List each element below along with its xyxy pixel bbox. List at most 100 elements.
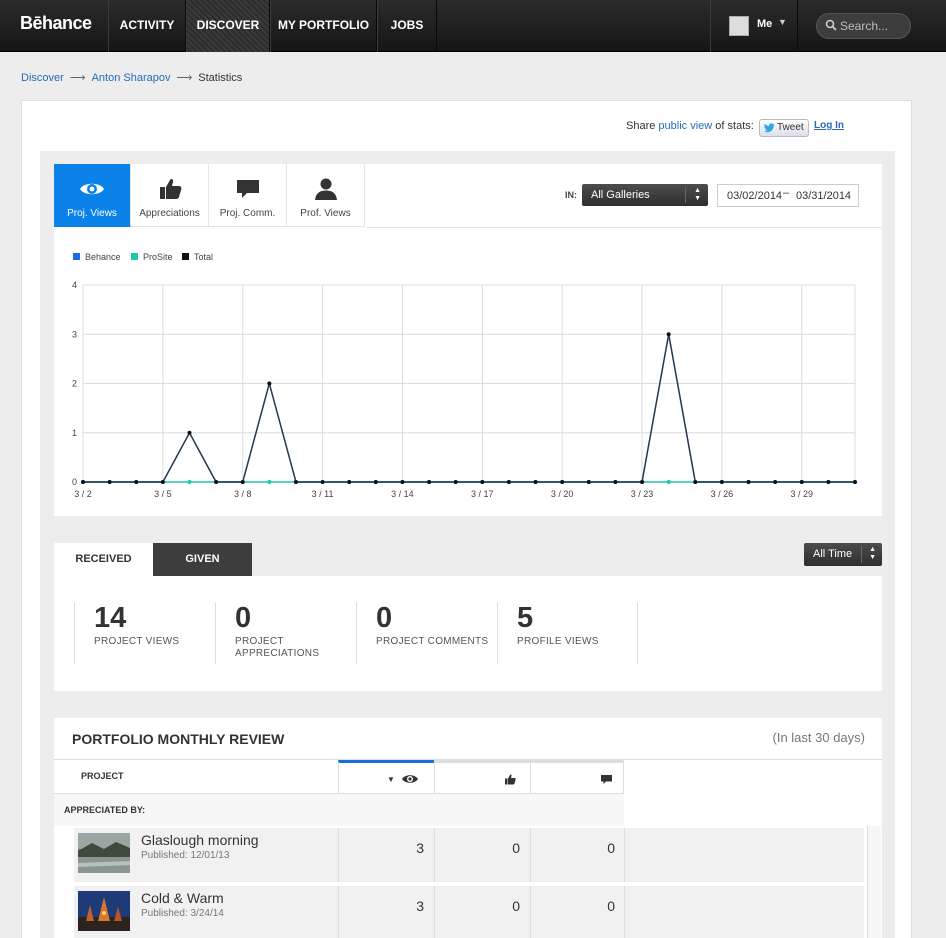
stat-label: PROJECT COMMENTS xyxy=(376,636,489,647)
scrollbar[interactable] xyxy=(867,826,881,938)
appreciated-by-bar: APPRECIATED BY: xyxy=(54,793,624,826)
review-title: PORTFOLIO MONTHLY REVIEW xyxy=(72,731,285,747)
project-published: Published: 3/24/14 xyxy=(141,908,224,919)
data-point-total xyxy=(586,480,591,484)
project-thumbnail[interactable] xyxy=(78,833,130,873)
stat-project-comments: 0 PROJECT COMMENTS xyxy=(356,602,497,664)
y-tick-label: 3 xyxy=(72,329,77,339)
breadcrumb-user[interactable]: Anton Sharapov xyxy=(92,72,171,84)
project-views: 3 xyxy=(416,840,424,856)
project-row[interactable]: Glaslough morning Published: 12/01/13 3 … xyxy=(74,828,864,882)
data-point-prosite xyxy=(666,480,671,484)
comment-icon xyxy=(236,180,259,198)
nav-item-jobs[interactable]: JOBS xyxy=(377,0,437,52)
y-tick-label: 1 xyxy=(72,428,77,438)
date-to[interactable]: 03/31/2014 xyxy=(796,190,851,202)
tab-label: Proj. Comm. xyxy=(219,208,276,219)
data-point-total xyxy=(506,480,511,484)
date-range-picker[interactable]: 03/02/2014 – 03/31/2014 xyxy=(717,184,859,207)
column-header-views[interactable]: ▼ xyxy=(338,760,434,793)
gallery-select-value: All Galleries xyxy=(591,189,650,201)
project-name[interactable]: Cold & Warm xyxy=(141,890,224,906)
data-point-total xyxy=(640,480,645,484)
gallery-select[interactable]: All Galleries ▲ ▼ xyxy=(582,184,708,206)
chevron-down-icon: ▼ xyxy=(778,17,787,27)
column-header-project[interactable]: PROJECT xyxy=(81,771,124,781)
portfolio-review-card: PORTFOLIO MONTHLY REVIEW (In last 30 day… xyxy=(54,718,882,938)
y-tick-label: 2 xyxy=(72,379,77,389)
stat-label: PROFILE VIEWS xyxy=(517,636,599,647)
project-published: Published: 12/01/13 xyxy=(141,850,230,861)
project-appreciations: 0 xyxy=(512,840,520,856)
x-tick-label: 3 / 8 xyxy=(234,489,252,499)
x-tick-label: 3 / 14 xyxy=(391,489,414,499)
nav-item-discover[interactable]: DISCOVER xyxy=(186,0,270,52)
tab-appreciations[interactable]: Appreciations xyxy=(131,164,209,227)
column-header-appreciations[interactable] xyxy=(434,760,530,793)
data-point-total xyxy=(240,480,245,484)
sort-down-icon: ▼ xyxy=(387,775,395,784)
arrow-right-icon: ⟶ xyxy=(176,72,193,84)
arrow-right-icon: ⟶ xyxy=(69,72,86,84)
avatar xyxy=(729,16,749,36)
date-from[interactable]: 03/02/2014 xyxy=(727,190,782,202)
legend-swatch xyxy=(182,253,189,260)
tab-label: Proj. Views xyxy=(67,208,117,219)
project-name[interactable]: Glaslough morning xyxy=(141,832,259,848)
breadcrumb-discover[interactable]: Discover xyxy=(21,72,64,84)
data-point-total xyxy=(719,480,724,484)
twitter-bird-icon xyxy=(764,123,775,133)
project-comments: 0 xyxy=(607,840,615,856)
login-link[interactable]: Log In xyxy=(814,120,844,131)
data-point-total xyxy=(320,480,325,484)
search-icon xyxy=(825,19,837,31)
stat-value: 0 xyxy=(235,602,252,634)
legend-swatch xyxy=(73,253,80,260)
series-line-behance xyxy=(83,334,855,483)
data-point-total xyxy=(480,480,485,484)
tweet-button[interactable]: Tweet xyxy=(759,119,809,137)
share-prefix: Share xyxy=(626,120,656,132)
top-navigation-bar: Bēhance ACTIVITY DISCOVER MY PORTFOLIO J… xyxy=(0,0,946,52)
data-point-total xyxy=(613,480,618,484)
stat-project-views: 14 PROJECT VIEWS xyxy=(74,602,215,664)
behance-logo[interactable]: Bēhance xyxy=(20,13,92,34)
tab-profile-views[interactable]: Prof. Views xyxy=(287,164,365,227)
data-point-total xyxy=(267,381,272,386)
tab-given[interactable]: GIVEN xyxy=(153,543,252,576)
x-tick-label: 3 / 5 xyxy=(154,489,172,499)
tab-project-comments[interactable]: Proj. Comm. xyxy=(209,164,287,227)
user-menu-label: Me xyxy=(757,18,773,30)
x-tick-label: 3 / 2 xyxy=(74,489,92,499)
column-header-comments[interactable] xyxy=(530,760,624,793)
tab-received[interactable]: RECEIVED xyxy=(54,543,153,576)
data-point-total xyxy=(853,480,857,484)
summary-card: 14 PROJECT VIEWS 0 PROJECT APPRECIATIONS… xyxy=(54,576,882,691)
nav-item-activity[interactable]: ACTIVITY xyxy=(108,0,186,52)
tab-label: Appreciations xyxy=(139,208,200,219)
stat-value: 5 xyxy=(517,602,534,634)
x-tick-label: 3 / 17 xyxy=(471,489,494,499)
public-view-link[interactable]: public view xyxy=(658,120,712,132)
project-row[interactable]: Cold & Warm Published: 3/24/14 3 0 0 xyxy=(74,886,864,938)
nav-item-my-portfolio[interactable]: MY PORTFOLIO xyxy=(270,0,377,52)
data-point-total xyxy=(347,480,352,484)
data-point-total xyxy=(107,480,112,484)
tab-project-views[interactable]: Proj. Views xyxy=(54,164,131,227)
eye-icon xyxy=(80,183,104,195)
y-tick-label: 0 xyxy=(72,477,77,487)
appreciated-by-label: APPRECIATED BY: xyxy=(64,805,146,815)
share-suffix: of stats: xyxy=(715,120,754,132)
stat-project-appreciations: 0 PROJECT APPRECIATIONS xyxy=(215,602,356,664)
data-point-total xyxy=(666,332,671,337)
project-thumbnail[interactable] xyxy=(78,891,130,931)
stats-content-area: Proj. Views Appreciations Proj. Comm. Pr… xyxy=(40,151,895,938)
data-point-total xyxy=(134,480,139,484)
tab-label: Prof. Views xyxy=(300,208,351,219)
search-input[interactable] xyxy=(840,18,906,34)
select-arrows-icon: ▲ ▼ xyxy=(869,546,876,561)
x-tick-label: 3 / 11 xyxy=(312,489,334,499)
time-range-select[interactable]: All Time ▲ ▼ xyxy=(804,543,882,566)
search-box[interactable] xyxy=(816,13,911,39)
user-menu[interactable]: Me ▼ xyxy=(710,0,798,52)
